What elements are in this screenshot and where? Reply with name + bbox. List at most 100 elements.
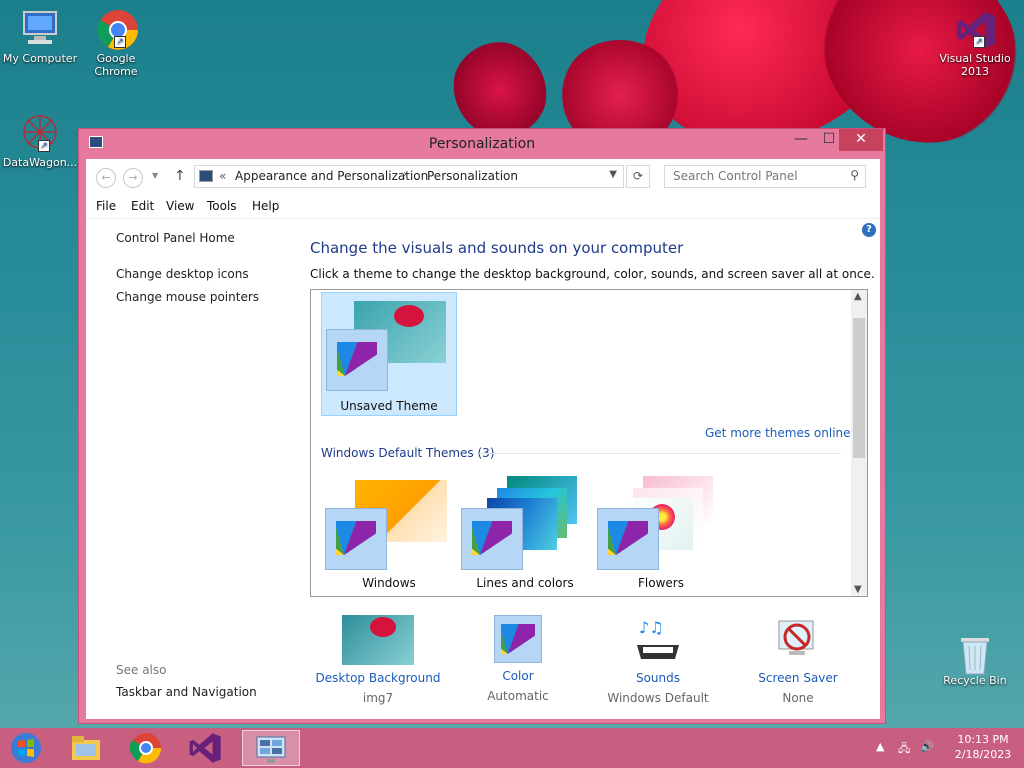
setting-value: img7 [362, 691, 394, 705]
chrome-icon: ↗ [96, 8, 138, 50]
setting-value: None [782, 691, 814, 705]
desktop-background-icon [342, 615, 414, 665]
see-also-heading: See also [116, 663, 167, 677]
flower-thumbnail-icon [394, 305, 424, 327]
visual-studio-icon: ↗ [955, 8, 995, 48]
color-palette-icon [325, 508, 387, 570]
desktop-icon-datawagon[interactable]: ↗ DataWagon... [0, 112, 80, 169]
screen-saver-setting[interactable]: Screen Saver None [728, 615, 868, 705]
desktop-icon-label: Visual Studio 2013 [939, 52, 1011, 78]
visual-studio-taskbar-button[interactable] [184, 730, 228, 766]
forward-button[interactable]: → [123, 168, 143, 188]
link-taskbar-and-navigation[interactable]: Taskbar and Navigation [116, 685, 257, 699]
address-dropdown-icon[interactable]: ▼ [609, 169, 617, 180]
window-title: Personalization [428, 136, 536, 152]
start-button[interactable] [4, 730, 48, 766]
breadcrumb-separator[interactable]: › [403, 169, 407, 180]
theme-name: Flowers [638, 576, 684, 590]
breadcrumb-appearance[interactable]: Appearance and Personalization [235, 169, 428, 183]
menu-edit[interactable]: Edit [131, 199, 154, 213]
breadcrumb-overflow[interactable]: « [219, 169, 226, 183]
theme-name: Windows [362, 576, 416, 590]
title-bar[interactable]: Personalization — ☐ ✕ [79, 129, 885, 159]
desktop-background-setting[interactable]: Desktop Background img7 [308, 615, 448, 705]
desktop-icon-my-computer[interactable]: My Computer [0, 8, 80, 65]
menu-bar: File Edit View Tools Help [86, 195, 880, 219]
desktop-icon-label: DataWagon... [2, 156, 78, 169]
setting-label[interactable]: Sounds [588, 671, 728, 685]
chrome-taskbar-button[interactable] [124, 730, 168, 766]
sounds-setting[interactable]: ♪♫ Sounds Windows Default [588, 615, 728, 705]
color-setting[interactable]: Color Automatic [448, 615, 588, 703]
theme-name: Lines and colors [476, 576, 574, 590]
theme-list: Unsaved Theme Get more themes online Win… [310, 289, 868, 597]
shortcut-arrow-icon: ↗ [973, 36, 985, 48]
screen-saver-icon [773, 615, 823, 665]
navigation-bar: ← → ▼ ↑ « Appearance and Personalization… [86, 159, 880, 195]
back-button[interactable]: ← [96, 168, 116, 188]
file-explorer-taskbar-button[interactable] [64, 730, 108, 766]
address-bar[interactable]: « Appearance and Personalization › Perso… [194, 165, 624, 188]
theme-lines-and-colors[interactable]: Lines and colors [457, 476, 593, 594]
desktop-icon-recycle-bin[interactable]: Recycle Bin [935, 630, 1015, 687]
computer-icon [20, 8, 60, 48]
page-title: Change the visuals and sounds on your co… [310, 239, 684, 257]
shortcut-arrow-icon: ↗ [114, 36, 126, 48]
theme-unsaved[interactable]: Unsaved Theme [321, 292, 457, 416]
personalization-window: Personalization — ☐ ✕ ← → ▼ ↑ « Appearan… [78, 128, 886, 724]
theme-windows[interactable]: Windows [321, 476, 457, 594]
color-palette-icon [494, 615, 542, 663]
link-change-mouse-pointers[interactable]: Change mouse pointers [116, 290, 259, 304]
menu-help[interactable]: Help [252, 199, 279, 213]
breadcrumb-personalization[interactable]: Personalization [427, 169, 518, 183]
search-icon[interactable]: ⚲ [850, 168, 859, 182]
control-panel-taskbar-button[interactable] [242, 730, 300, 766]
setting-label[interactable]: Screen Saver [728, 671, 868, 685]
network-icon[interactable]: 🖧 [898, 740, 910, 759]
desktop-icon-label: My Computer [2, 52, 78, 65]
recycle-bin-icon [955, 630, 995, 675]
setting-value: Windows Default [607, 691, 709, 705]
scroll-up-icon[interactable]: ▲ [854, 291, 862, 302]
system-clock[interactable]: 10:13 PM 2/18/2023 [948, 732, 1018, 762]
default-themes-heading: Windows Default Themes (3) [321, 446, 495, 460]
close-button[interactable]: ✕ [839, 129, 883, 151]
desktop-icon-label: Google Chrome [94, 52, 138, 78]
show-hidden-icons-button[interactable]: ▲ [876, 740, 884, 753]
help-icon[interactable]: ? [862, 223, 876, 237]
menu-tools[interactable]: Tools [207, 199, 237, 213]
shortcut-arrow-icon: ↗ [38, 140, 50, 152]
menu-file[interactable]: File [96, 199, 116, 213]
theme-list-scrollbar[interactable]: ▲ ▼ [851, 290, 867, 596]
clock-time: 10:13 PM [957, 733, 1009, 746]
setting-label[interactable]: Color [448, 669, 588, 683]
desktop-icon-google-chrome[interactable]: ↗ Google Chrome [76, 8, 156, 78]
color-palette-icon [461, 508, 523, 570]
refresh-button[interactable]: ⟳ [626, 165, 650, 188]
setting-value: Automatic [487, 689, 549, 703]
group-divider [479, 453, 841, 454]
minimize-button[interactable]: — [787, 129, 815, 151]
scroll-down-icon[interactable]: ▼ [854, 584, 862, 595]
get-more-themes-link[interactable]: Get more themes online [705, 426, 851, 440]
up-button[interactable]: ↑ [174, 168, 186, 184]
setting-label[interactable]: Desktop Background [308, 671, 448, 685]
scrollbar-thumb[interactable] [853, 318, 865, 458]
search-placeholder: Search Control Panel [673, 169, 798, 183]
link-control-panel-home[interactable]: Control Panel Home [116, 231, 235, 245]
menu-view[interactable]: View [166, 199, 194, 213]
taskbar: ▲ 🖧 🔊 10:13 PM 2/18/2023 [0, 728, 1024, 768]
clock-date: 2/18/2023 [954, 748, 1012, 761]
datawagon-icon: ↗ [20, 112, 60, 152]
link-change-desktop-icons[interactable]: Change desktop icons [116, 267, 249, 281]
svg-text:♪♫: ♪♫ [639, 618, 664, 637]
recent-locations-dropdown[interactable]: ▼ [152, 171, 158, 180]
color-palette-icon [597, 508, 659, 570]
theme-flowers[interactable]: Flowers [593, 476, 729, 594]
desktop-icon-visual-studio[interactable]: ↗ Visual Studio 2013 [935, 8, 1015, 78]
theme-name: Unsaved Theme [340, 399, 438, 413]
page-description: Click a theme to change the desktop back… [310, 267, 875, 281]
search-input[interactable]: Search Control Panel ⚲ [664, 165, 866, 188]
volume-icon[interactable]: 🔊 [920, 740, 934, 753]
control-panel-icon [199, 170, 213, 182]
